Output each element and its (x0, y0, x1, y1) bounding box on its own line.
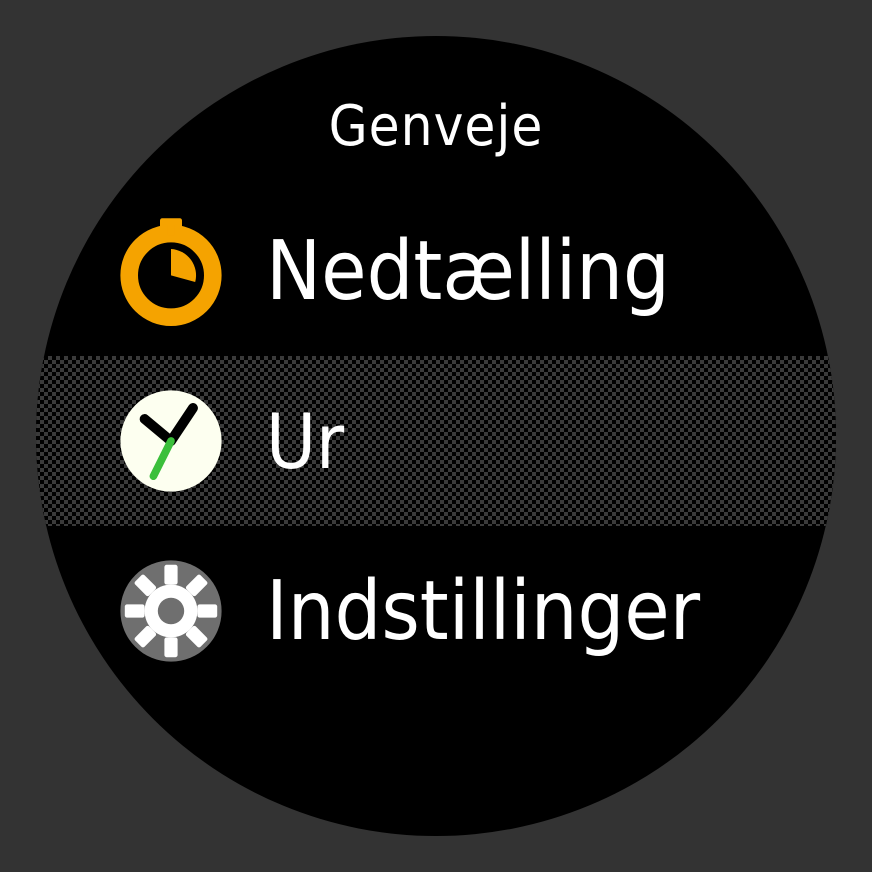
menu-item-clock[interactable]: Ur (36, 356, 836, 526)
watch-face: Genveje Nedtælling Ur (36, 36, 836, 836)
menu-item-label: Nedtælling (266, 224, 670, 319)
settings-icon (116, 556, 226, 666)
page-title: Genveje (36, 94, 836, 159)
menu-item-settings[interactable]: Indstillinger (36, 526, 836, 696)
timer-icon (116, 216, 226, 326)
menu-item-label: Ur (266, 397, 344, 486)
menu-item-countdown[interactable]: Nedtælling (36, 186, 836, 356)
menu-item-label: Indstillinger (266, 564, 700, 659)
clock-icon (116, 386, 226, 496)
